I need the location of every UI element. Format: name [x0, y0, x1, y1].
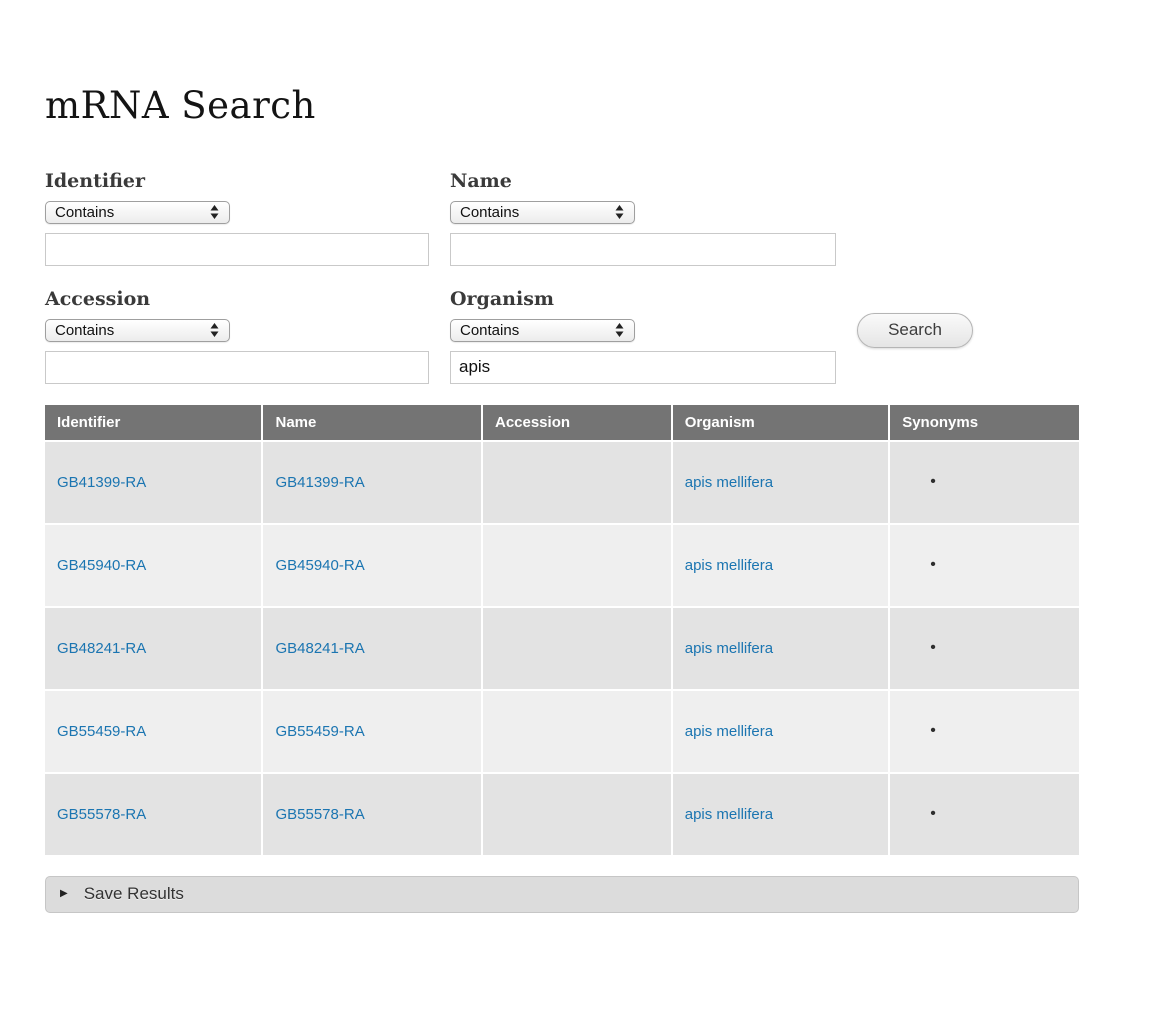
- name-value-input[interactable]: [450, 233, 836, 266]
- synonym-bullet-icon: •: [902, 639, 936, 657]
- table-row: GB48241-RA GB48241-RA apis mellifera •: [45, 608, 1079, 689]
- cell-synonyms: •: [890, 525, 1079, 606]
- cell-identifier: GB45940-RA: [45, 525, 261, 606]
- identifier-label: Identifier: [45, 170, 429, 192]
- filter-field-name: Name Contains: [450, 170, 836, 266]
- filter-field-accession: Accession Contains: [45, 288, 429, 384]
- cell-identifier: GB55459-RA: [45, 691, 261, 772]
- name-operator-select-control[interactable]: Contains: [451, 202, 634, 223]
- cell-name: GB55578-RA: [263, 774, 481, 855]
- search-form: Identifier Contains Name Contains Access…: [45, 170, 1079, 384]
- organism-operator-select-control[interactable]: Contains: [451, 320, 634, 341]
- triangle-right-icon: ▶: [60, 889, 68, 899]
- synonym-bullet-icon: •: [902, 473, 936, 491]
- cell-organism: apis mellifera: [673, 608, 888, 689]
- name-link[interactable]: GB48241-RA: [275, 640, 364, 657]
- table-row: GB55459-RA GB55459-RA apis mellifera •: [45, 691, 1079, 772]
- results-table: Identifier Name Accession Organism Synon…: [43, 403, 1081, 857]
- cell-organism: apis mellifera: [673, 774, 888, 855]
- cell-synonyms: •: [890, 442, 1079, 523]
- results-tbody: GB41399-RA GB41399-RA apis mellifera • G…: [45, 442, 1079, 855]
- accession-operator-select-control[interactable]: Contains: [46, 320, 229, 341]
- save-results-toggle[interactable]: ▶ Save Results: [45, 876, 1079, 913]
- cell-organism: apis mellifera: [673, 691, 888, 772]
- identifier-link[interactable]: GB41399-RA: [57, 474, 146, 491]
- accession-label: Accession: [45, 288, 429, 310]
- cell-organism: apis mellifera: [673, 442, 888, 523]
- identifier-operator-select[interactable]: Contains: [45, 201, 230, 224]
- cell-accession: [483, 691, 671, 772]
- table-row: GB45940-RA GB45940-RA apis mellifera •: [45, 525, 1079, 606]
- table-header-row: Identifier Name Accession Organism Synon…: [45, 405, 1079, 440]
- cell-organism: apis mellifera: [673, 525, 888, 606]
- synonym-bullet-icon: •: [902, 556, 936, 574]
- cell-synonyms: •: [890, 608, 1079, 689]
- table-row: GB41399-RA GB41399-RA apis mellifera •: [45, 442, 1079, 523]
- column-header-synonyms: Synonyms: [890, 405, 1079, 440]
- identifier-link[interactable]: GB45940-RA: [57, 557, 146, 574]
- organism-label: Organism: [450, 288, 836, 310]
- cell-name: GB55459-RA: [263, 691, 481, 772]
- cell-accession: [483, 442, 671, 523]
- cell-identifier: GB41399-RA: [45, 442, 261, 523]
- filter-grid: Identifier Contains Name Contains Access…: [45, 170, 1079, 384]
- organism-link[interactable]: apis mellifera: [685, 474, 773, 491]
- cell-name: GB41399-RA: [263, 442, 481, 523]
- synonym-bullet-icon: •: [902, 722, 936, 740]
- name-label: Name: [450, 170, 836, 192]
- accession-value-input[interactable]: [45, 351, 429, 384]
- cell-accession: [483, 774, 671, 855]
- identifier-operator-select-control[interactable]: Contains: [46, 202, 229, 223]
- cell-synonyms: •: [890, 774, 1079, 855]
- name-link[interactable]: GB45940-RA: [275, 557, 364, 574]
- organism-value-input[interactable]: [450, 351, 836, 384]
- organism-link[interactable]: apis mellifera: [685, 640, 773, 657]
- organism-link[interactable]: apis mellifera: [685, 557, 773, 574]
- accession-operator-select[interactable]: Contains: [45, 319, 230, 342]
- identifier-value-input[interactable]: [45, 233, 429, 266]
- mrna-search-page: mRNA Search Identifier Contains Name Con…: [45, 85, 1079, 913]
- column-header-organism: Organism: [673, 405, 888, 440]
- organism-link[interactable]: apis mellifera: [685, 806, 773, 823]
- cell-name: GB48241-RA: [263, 608, 481, 689]
- name-link[interactable]: GB41399-RA: [275, 474, 364, 491]
- synonym-bullet-icon: •: [902, 805, 936, 823]
- search-button[interactable]: Search: [857, 313, 973, 348]
- cell-accession: [483, 608, 671, 689]
- identifier-link[interactable]: GB55459-RA: [57, 723, 146, 740]
- filter-field-identifier: Identifier Contains: [45, 170, 429, 266]
- cell-identifier: GB55578-RA: [45, 774, 261, 855]
- name-operator-select[interactable]: Contains: [450, 201, 635, 224]
- cell-accession: [483, 525, 671, 606]
- save-results-label: Save Results: [84, 884, 184, 904]
- cell-synonyms: •: [890, 691, 1079, 772]
- identifier-link[interactable]: GB55578-RA: [57, 806, 146, 823]
- name-link[interactable]: GB55459-RA: [275, 723, 364, 740]
- identifier-link[interactable]: GB48241-RA: [57, 640, 146, 657]
- cell-identifier: GB48241-RA: [45, 608, 261, 689]
- filter-field-organism: Organism Contains: [450, 288, 836, 384]
- organism-link[interactable]: apis mellifera: [685, 723, 773, 740]
- name-link[interactable]: GB55578-RA: [275, 806, 364, 823]
- page-title: mRNA Search: [45, 85, 1079, 128]
- column-header-name: Name: [263, 405, 481, 440]
- cell-name: GB45940-RA: [263, 525, 481, 606]
- column-header-accession: Accession: [483, 405, 671, 440]
- organism-operator-select[interactable]: Contains: [450, 319, 635, 342]
- table-row: GB55578-RA GB55578-RA apis mellifera •: [45, 774, 1079, 855]
- column-header-identifier: Identifier: [45, 405, 261, 440]
